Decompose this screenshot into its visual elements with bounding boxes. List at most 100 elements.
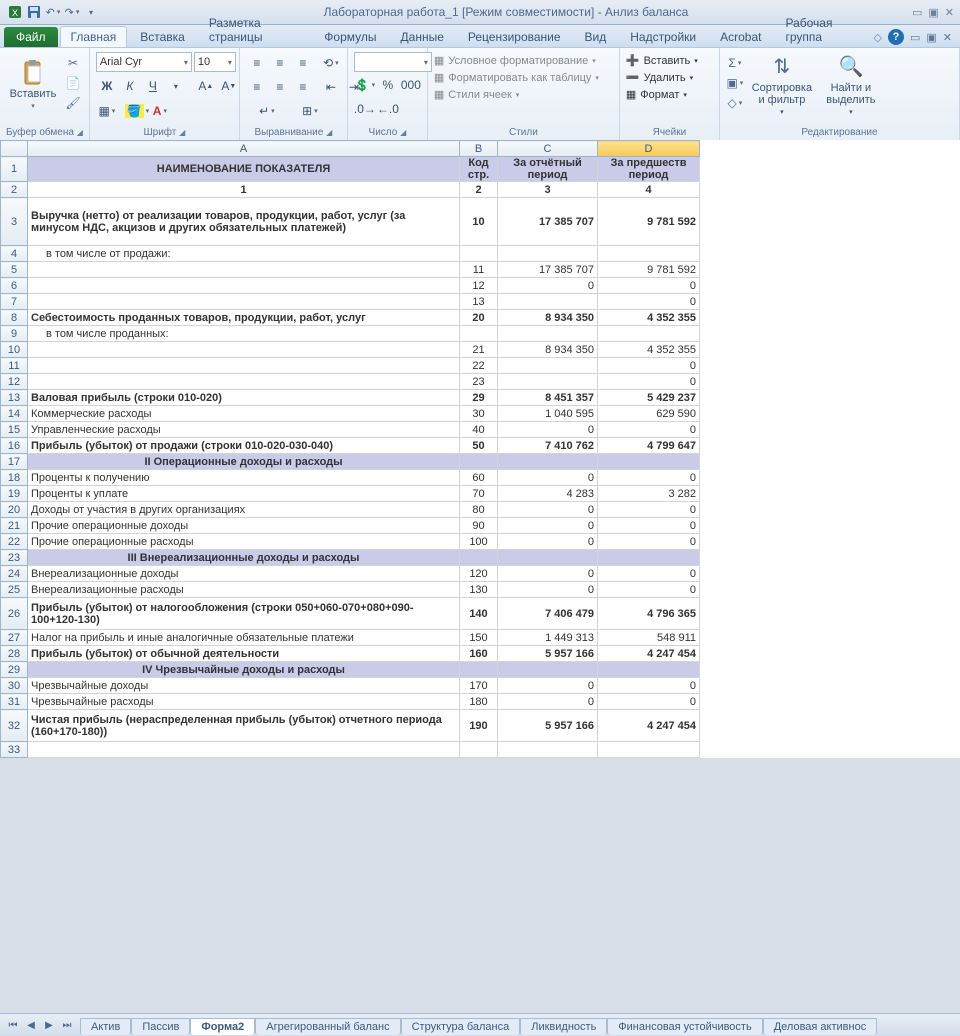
find-select-button[interactable]: 🔍 Найти и выделить▾ xyxy=(820,50,882,120)
cell[interactable]: 0 xyxy=(498,582,598,598)
cell[interactable]: 5 957 166 xyxy=(498,710,598,742)
dialog-launcher-icon[interactable]: ◢ xyxy=(179,128,185,137)
cell[interactable]: 0 xyxy=(598,374,700,390)
cell[interactable] xyxy=(498,742,598,758)
dialog-launcher-icon[interactable]: ◢ xyxy=(400,128,406,137)
cell[interactable]: 8 934 350 xyxy=(498,342,598,358)
style-icon[interactable]: ◇ xyxy=(874,31,882,44)
cell[interactable]: Чистая прибыль (нераспределенная прибыль… xyxy=(28,710,460,742)
cell[interactable]: 0 xyxy=(598,582,700,598)
sheet-tab[interactable]: Форма2 xyxy=(190,1018,255,1035)
cell[interactable]: 0 xyxy=(598,566,700,582)
cell[interactable]: 23 xyxy=(460,374,498,390)
cell[interactable]: 60 xyxy=(460,470,498,486)
ribbon-tab[interactable]: Разметка страницы xyxy=(198,12,311,47)
cell[interactable]: 180 xyxy=(460,694,498,710)
ribbon-tab[interactable]: Acrobat xyxy=(709,26,772,47)
cell[interactable] xyxy=(460,326,498,342)
row-header[interactable]: 12 xyxy=(1,374,28,390)
align-right-icon[interactable]: ≡ xyxy=(292,76,314,98)
minimize-icon[interactable]: ▭ xyxy=(912,6,922,19)
cell[interactable] xyxy=(498,374,598,390)
cell[interactable]: 8 451 357 xyxy=(498,390,598,406)
row-header[interactable]: 2 xyxy=(1,182,28,198)
cell[interactable]: 150 xyxy=(460,630,498,646)
cell[interactable]: 120 xyxy=(460,566,498,582)
cell[interactable]: 4 352 355 xyxy=(598,342,700,358)
cell[interactable]: 17 385 707 xyxy=(498,262,598,278)
sheet-nav-prev-icon[interactable]: ◀ xyxy=(22,1016,40,1034)
cell[interactable]: 1 449 313 xyxy=(498,630,598,646)
cell[interactable]: 10 xyxy=(460,198,498,246)
spreadsheet-grid[interactable]: A B C D 1 НАИМЕНОВАНИЕ ПОКАЗАТЕЛЯ Код ст… xyxy=(0,140,700,758)
row-header[interactable]: 4 xyxy=(1,246,28,262)
fill-icon[interactable]: ▣ xyxy=(726,74,744,92)
cell[interactable] xyxy=(460,246,498,262)
cell[interactable]: 4 796 365 xyxy=(598,598,700,630)
fill-color-button[interactable]: 🪣 xyxy=(126,100,148,122)
cell[interactable] xyxy=(460,454,498,470)
row-header[interactable]: 31 xyxy=(1,694,28,710)
cell[interactable]: 170 xyxy=(460,678,498,694)
cell[interactable]: Прибыль (убыток) от обычной деятельности xyxy=(28,646,460,662)
col-header-D[interactable]: D xyxy=(598,141,700,157)
ribbon-tab[interactable]: Главная xyxy=(60,26,128,47)
cell[interactable]: Прочие операционные доходы xyxy=(28,518,460,534)
cell[interactable]: Проценты к уплате xyxy=(28,486,460,502)
worksheet-area[interactable]: A B C D 1 НАИМЕНОВАНИЕ ПОКАЗАТЕЛЯ Код ст… xyxy=(0,140,960,1014)
cell[interactable]: Прочие операционные расходы xyxy=(28,534,460,550)
cell[interactable]: 12 xyxy=(460,278,498,294)
cell[interactable]: 2 xyxy=(460,182,498,198)
ribbon-restore-icon[interactable]: ▣ xyxy=(926,31,936,44)
format-painter-icon[interactable]: 🖌 xyxy=(64,94,82,112)
cell[interactable]: 0 xyxy=(598,470,700,486)
cell-styles-button[interactable]: ▦Стили ячеек▾ xyxy=(434,88,599,101)
row-header[interactable]: 1 xyxy=(1,157,28,182)
comma-icon[interactable]: 000 xyxy=(400,74,422,96)
decrease-indent-icon[interactable]: ⇤ xyxy=(320,76,342,98)
cell[interactable]: 80 xyxy=(460,502,498,518)
paste-button[interactable]: Вставить ▾ xyxy=(6,50,60,120)
undo-icon[interactable]: ↶ xyxy=(44,3,62,21)
cell[interactable]: 548 911 xyxy=(598,630,700,646)
cell[interactable] xyxy=(498,246,598,262)
cell[interactable] xyxy=(598,550,700,566)
row-header[interactable]: 7 xyxy=(1,294,28,310)
cell[interactable]: Проценты к получению xyxy=(28,470,460,486)
cell[interactable]: 160 xyxy=(460,646,498,662)
cell[interactable]: 21 xyxy=(460,342,498,358)
font-size-combo[interactable]: 10▾ xyxy=(194,52,236,72)
row-header[interactable]: 5 xyxy=(1,262,28,278)
row-header[interactable]: 13 xyxy=(1,390,28,406)
increase-decimal-icon[interactable]: .0→ xyxy=(354,98,376,120)
format-as-table-button[interactable]: ▦Форматировать как таблицу▾ xyxy=(434,71,599,84)
font-color-button[interactable]: A xyxy=(149,100,171,122)
align-left-icon[interactable]: ≡ xyxy=(246,76,268,98)
cell[interactable]: 29 xyxy=(460,390,498,406)
cell[interactable]: 7 410 762 xyxy=(498,438,598,454)
cell[interactable]: 0 xyxy=(598,358,700,374)
row-header[interactable]: 25 xyxy=(1,582,28,598)
cell[interactable]: III Внереализационные доходы и расходы xyxy=(28,550,460,566)
cell[interactable]: 4 352 355 xyxy=(598,310,700,326)
cell[interactable]: Внереализационные расходы xyxy=(28,582,460,598)
col-header-A[interactable]: A xyxy=(28,141,460,157)
clear-icon[interactable]: ◇ xyxy=(726,94,744,112)
cell[interactable]: 0 xyxy=(498,518,598,534)
row-header[interactable]: 20 xyxy=(1,502,28,518)
sort-filter-button[interactable]: ⇅ Сортировка и фильтр▾ xyxy=(748,50,816,120)
sheet-nav-first-icon[interactable]: ⏮ xyxy=(4,1016,22,1034)
row-header[interactable]: 27 xyxy=(1,630,28,646)
cell[interactable]: Прибыль (убыток) от продажи (строки 010-… xyxy=(28,438,460,454)
cell[interactable]: 22 xyxy=(460,358,498,374)
align-center-icon[interactable]: ≡ xyxy=(269,76,291,98)
sheet-tab[interactable]: Ликвидность xyxy=(520,1018,607,1035)
cell[interactable]: Выручка (нетто) от реализации товаров, п… xyxy=(28,198,460,246)
cell[interactable]: 4 799 647 xyxy=(598,438,700,454)
ribbon-tab[interactable]: Формулы xyxy=(313,26,387,47)
cell[interactable] xyxy=(498,358,598,374)
cell[interactable]: Налог на прибыль и иные аналогичные обяз… xyxy=(28,630,460,646)
cell[interactable]: 0 xyxy=(498,502,598,518)
sheet-nav-next-icon[interactable]: ▶ xyxy=(40,1016,58,1034)
cell[interactable]: 9 781 592 xyxy=(598,198,700,246)
